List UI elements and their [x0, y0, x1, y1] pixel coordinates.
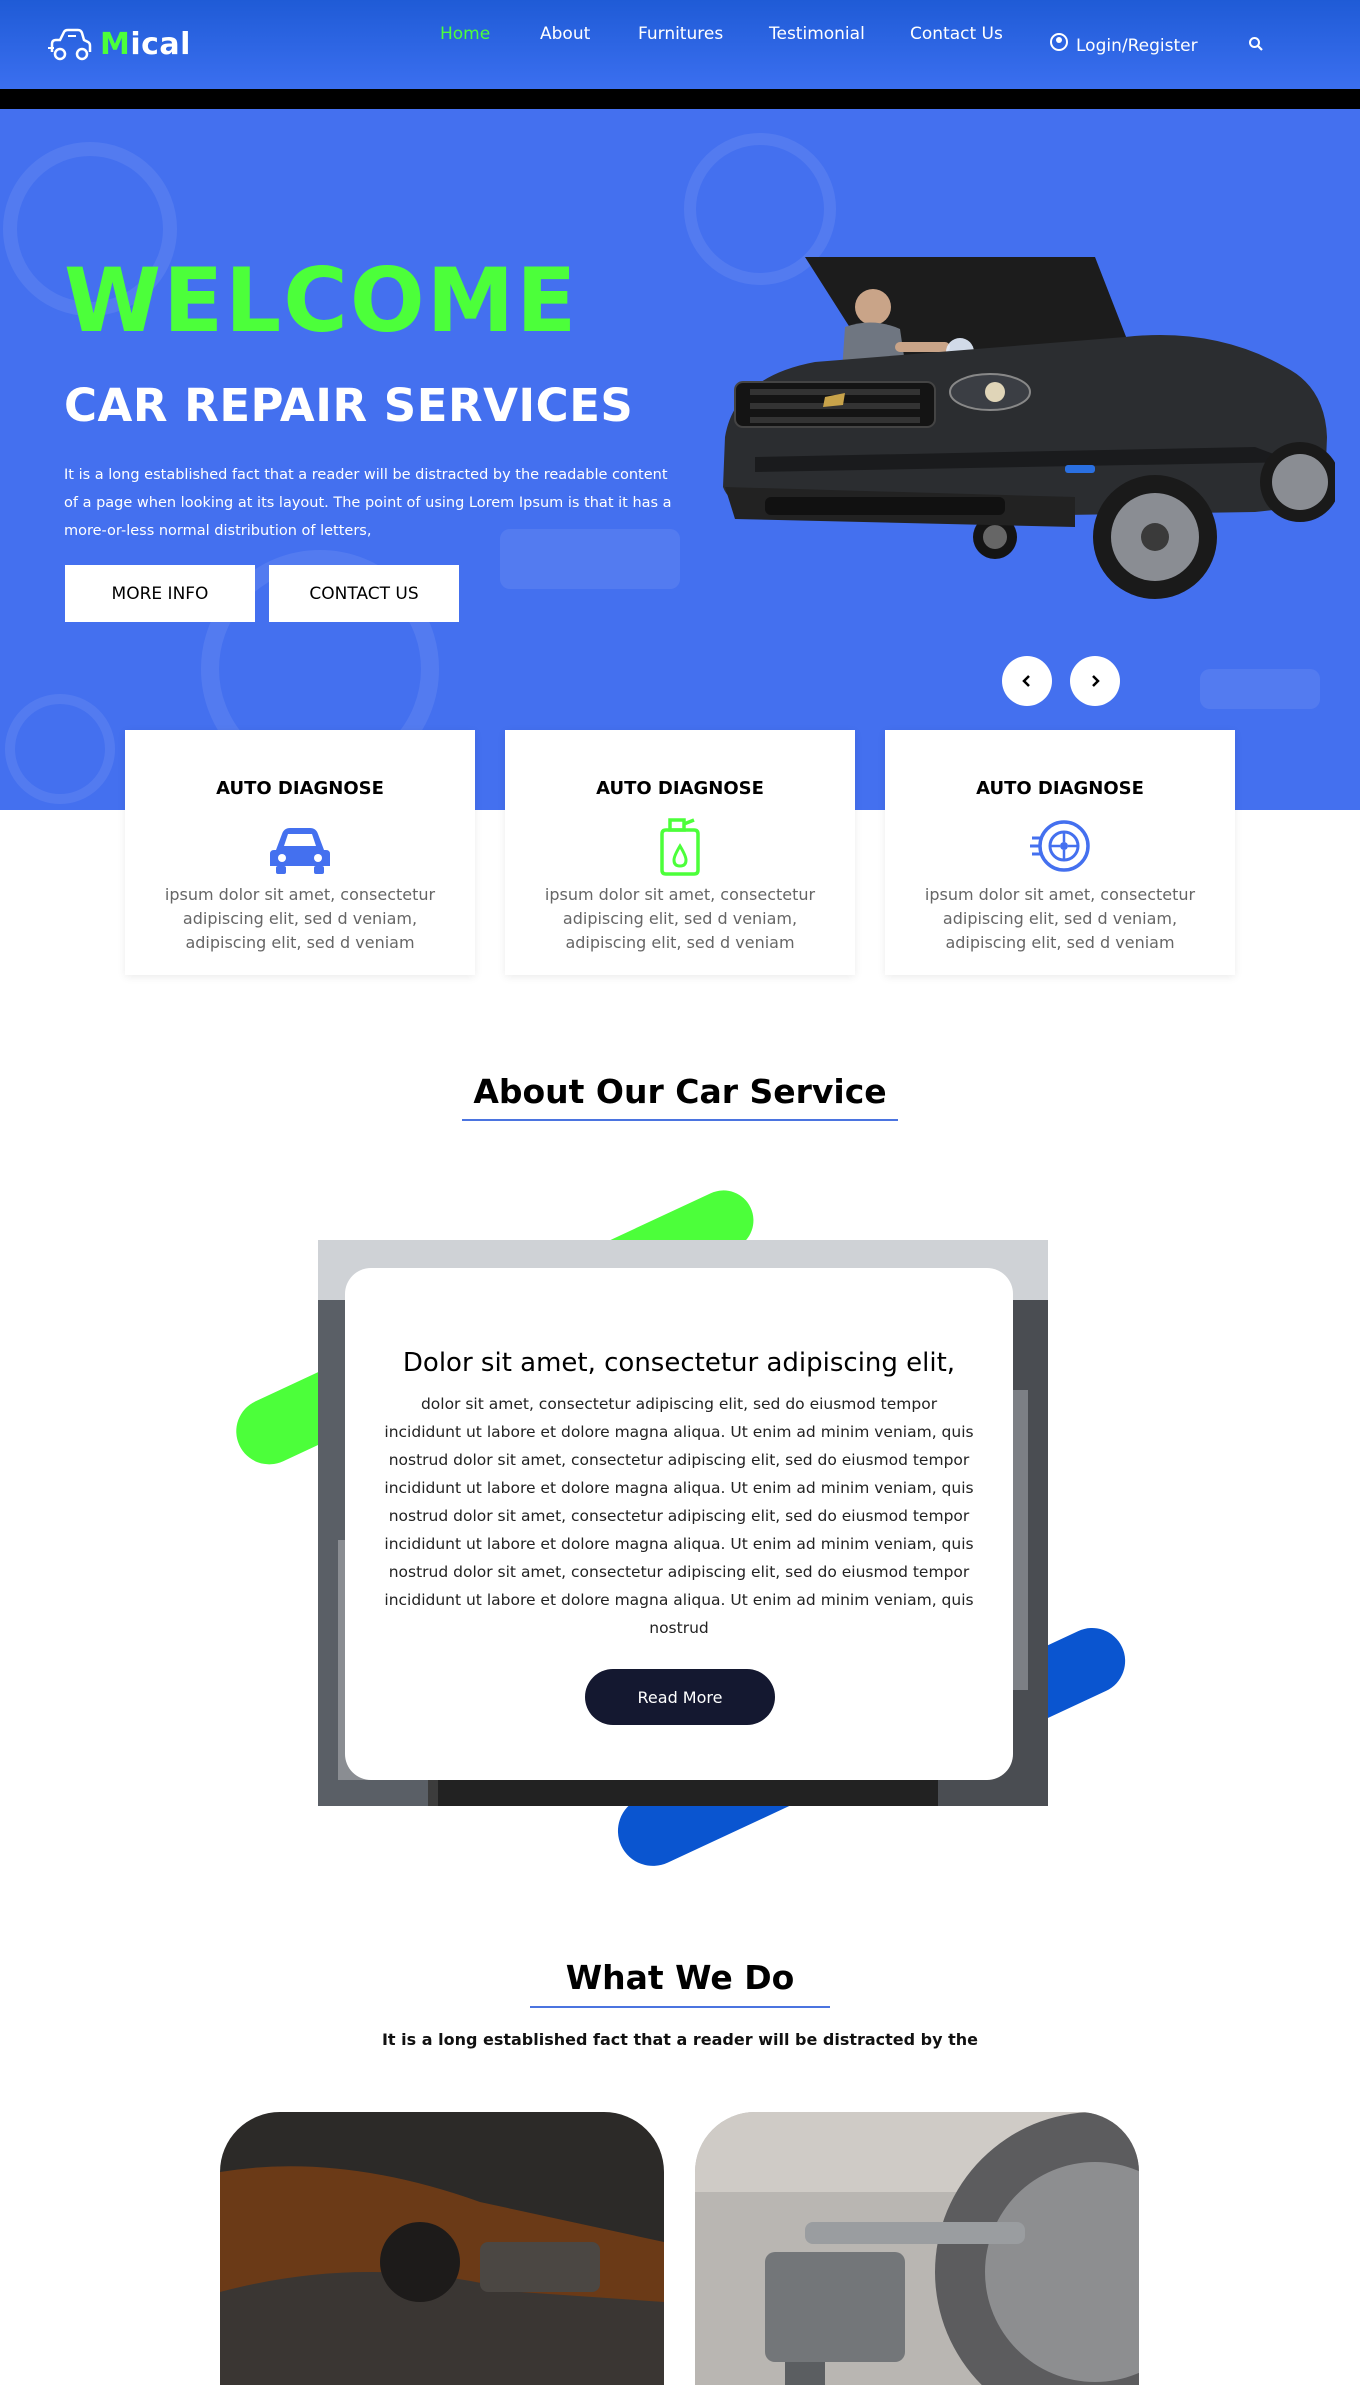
service-card-title: AUTO DIAGNOSE — [596, 778, 764, 799]
service-card[interactable]: AUTO DIAGNOSE ipsum dolor sit amet, cons… — [125, 730, 475, 975]
nav-contact[interactable]: Contact Us — [910, 24, 1003, 44]
what-we-do-title: What We Do — [565, 1958, 795, 1997]
about-section-title: About Our Car Service — [473, 1072, 887, 1111]
car-icon — [270, 828, 330, 874]
wheel-alignment-image — [695, 2112, 1139, 2385]
more-info-button[interactable]: MORE INFO — [65, 565, 255, 622]
hero-description: It is a long established fact that a rea… — [64, 467, 672, 539]
header-divider — [0, 89, 1360, 109]
logo[interactable]: Mical — [46, 22, 191, 66]
service-card-text: ipsum dolor sit amet, consectetur adipis… — [164, 885, 436, 952]
search-icon[interactable] — [1248, 36, 1264, 52]
what-we-do-subtitle: It is a long established fact that a rea… — [381, 2030, 979, 2049]
site-header: Mical Home About Furnitures Testimonial … — [0, 0, 1360, 89]
engine-work-image — [220, 2112, 664, 2385]
nav-furnitures[interactable]: Furnitures — [638, 24, 723, 44]
about-body-text: dolor sit amet, consectetur adipiscing e… — [384, 1395, 974, 1637]
service-card-title: AUTO DIAGNOSE — [216, 778, 384, 799]
carousel-next-button[interactable] — [1070, 656, 1120, 706]
service-card-text: ipsum dolor sit amet, consectetur adipis… — [924, 885, 1196, 952]
service-card[interactable]: AUTO DIAGNOSE ipsum dolor sit amet, cons… — [885, 730, 1235, 975]
user-icon — [1050, 33, 1068, 51]
service-card[interactable]: AUTO DIAGNOSE ipsum dolor sit amet, cons… — [505, 730, 855, 975]
about-title-underline — [462, 1119, 898, 1121]
read-more-button[interactable]: Read More — [585, 1669, 775, 1725]
nav-about[interactable]: About — [540, 24, 590, 44]
what-we-do-underline — [530, 2006, 830, 2008]
nav-home[interactable]: Home — [440, 24, 490, 44]
about-heading: Dolor sit amet, consectetur adipiscing e… — [402, 1348, 956, 1378]
chevron-right-icon — [1092, 675, 1100, 687]
hero-subtitle: CAR REPAIR SERVICES — [64, 379, 634, 432]
hero-car-image — [723, 257, 1335, 599]
chevron-left-icon — [1022, 675, 1030, 687]
hero-section: WELCOME CAR REPAIR SERVICES It is a long… — [0, 109, 1360, 810]
service-card-title: AUTO DIAGNOSE — [976, 778, 1144, 799]
nav-testimonial[interactable]: Testimonial — [769, 24, 865, 44]
nav-login-register[interactable]: Login/Register — [1050, 33, 1198, 56]
carousel-prev-button[interactable] — [1002, 656, 1052, 706]
contact-us-button[interactable]: CONTACT US — [269, 565, 459, 622]
hero-welcome: WELCOME — [64, 249, 579, 352]
wheel-icon — [1030, 820, 1090, 872]
oil-can-icon — [660, 818, 700, 876]
brand-name: Mical — [100, 26, 191, 62]
car-logo-icon — [48, 28, 92, 61]
service-card-text: ipsum dolor sit amet, consectetur adipis… — [544, 885, 816, 952]
about-card: Dolor sit amet, consectetur adipiscing e… — [345, 1268, 1013, 1780]
